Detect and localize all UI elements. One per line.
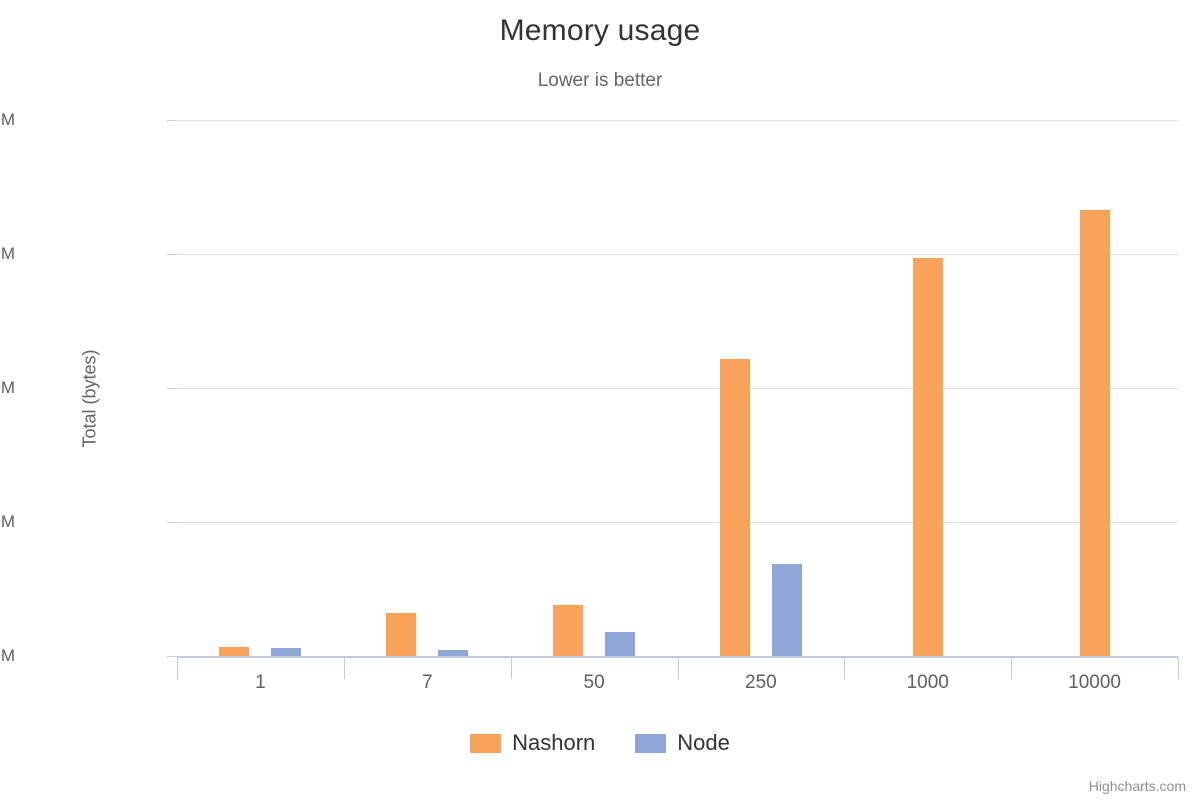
y-axis-tick — [167, 254, 177, 255]
x-axis-tick — [510, 657, 512, 679]
y-axis-tick — [167, 656, 177, 657]
bar-nashorn-250[interactable] — [719, 358, 750, 656]
chart-title: Memory usage — [499, 14, 701, 47]
y-axis-tick-label: 0M — [0, 646, 15, 665]
x-axis-tick-label: 1000 — [906, 672, 949, 693]
x-axis-tick — [844, 657, 846, 679]
bar-node-50[interactable] — [605, 631, 636, 656]
x-axis-tick — [1011, 657, 1013, 679]
bar-node-250[interactable] — [771, 563, 802, 656]
gridline — [177, 388, 1178, 389]
y-axis-tick-label: 250M — [0, 512, 15, 531]
legend-item-node[interactable]: Node — [635, 730, 730, 756]
chart-legend: Nashorn Node — [0, 730, 1200, 756]
x-axis-tick — [177, 657, 178, 679]
bar-nashorn-1000[interactable] — [912, 257, 943, 656]
x-axis-tick — [1178, 657, 1179, 679]
x-axis-tick-label: 250 — [745, 672, 777, 693]
x-axis-tick-label: 7 — [421, 672, 433, 693]
y-axis-tick-label: 1 000M — [0, 110, 15, 129]
x-axis-tick-label: 50 — [583, 672, 605, 693]
y-axis-tick-label: 750M — [0, 244, 15, 263]
legend-item-label: Node — [677, 730, 730, 755]
legend-swatch-icon — [635, 733, 667, 753]
plot-area — [177, 120, 1178, 656]
y-axis-title: Total (bytes) — [79, 349, 100, 448]
bar-nashorn-1[interactable] — [219, 646, 250, 656]
bar-nashorn-50[interactable] — [553, 605, 584, 656]
gridline — [177, 522, 1178, 523]
x-axis-tick-label: 1 — [255, 672, 266, 693]
x-axis-tick — [343, 657, 345, 679]
gridline — [177, 120, 1178, 121]
chart-subtitle: Lower is better — [537, 70, 663, 91]
y-axis-tick — [167, 120, 177, 121]
x-axis-tick — [677, 657, 679, 679]
gridline — [177, 254, 1178, 255]
bar-node-1[interactable] — [271, 647, 302, 656]
bar-nashorn-10000[interactable] — [1079, 210, 1110, 656]
y-axis-tick — [167, 388, 177, 389]
credits-label: Highcharts.com — [1088, 778, 1186, 794]
y-axis-tick-label: 500M — [0, 378, 15, 397]
legend-swatch-icon — [470, 733, 502, 753]
legend-item-nashorn[interactable]: Nashorn — [470, 730, 595, 756]
legend-item-label: Nashorn — [512, 730, 596, 755]
y-axis-tick — [167, 522, 177, 523]
bar-nashorn-7[interactable] — [386, 613, 417, 656]
chart-container: Memory usage Lower is better Total (byte… — [0, 0, 1200, 800]
x-axis-tick-label: 10000 — [1068, 672, 1121, 693]
